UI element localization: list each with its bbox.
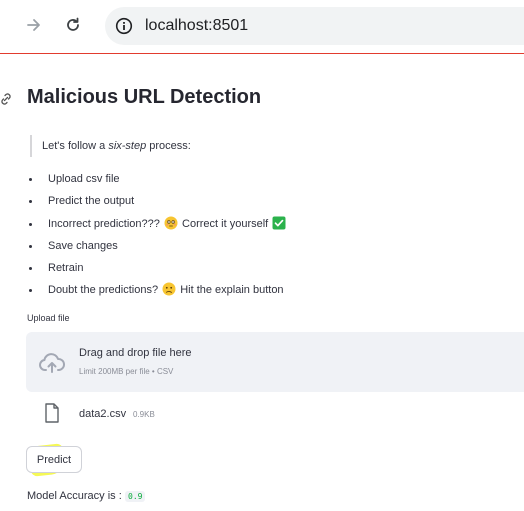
url-text[interactable]: localhost:8501 (145, 17, 248, 35)
accuracy-label: Model Accuracy is : (27, 490, 122, 502)
step-text-after: Hit the explain button (180, 284, 284, 297)
file-icon (44, 403, 60, 423)
intro-emphasis: six-step (108, 140, 147, 152)
step-text: Upload csv file (48, 173, 120, 185)
check-mark-icon (272, 216, 286, 230)
list-item: Doubt the predictions? Hit the explain b… (26, 279, 287, 301)
intro-blockquote: Let's follow a six-step process: (30, 135, 191, 157)
steps-list: Upload csv file Predict the output Incor… (26, 168, 287, 302)
predict-label: Predict (36, 453, 72, 466)
drop-title: Drag and drop file here (79, 347, 192, 359)
address-bar[interactable]: localhost:8501 (105, 7, 524, 45)
forward-arrow-icon[interactable] (23, 14, 45, 36)
step-text: Predict the output (48, 195, 135, 208)
list-item: Save changes (26, 235, 287, 257)
cloud-upload-icon (38, 349, 66, 377)
list-item: Retrain (26, 257, 287, 279)
step-text: Save changes (48, 239, 118, 252)
intro-suffix: process: (146, 140, 191, 152)
drop-limit-text: Limit 200MB per file • CSV (79, 367, 174, 376)
list-item: Incorrect prediction??? Correct it yours… (26, 213, 287, 235)
file-dropzone[interactable]: Drag and drop file here Limit 200MB per … (26, 332, 524, 392)
predict-button[interactable]: Predict (26, 446, 82, 473)
intro-prefix: Let's follow a (42, 140, 109, 152)
browser-toolbar: localhost:8501 (0, 0, 524, 54)
uploaded-file-size: 0.9KB (133, 410, 155, 419)
accuracy-value: 0.9 (125, 491, 146, 502)
link-icon[interactable] (0, 91, 14, 107)
step-text: Retrain (48, 262, 84, 275)
flushed-face-icon (164, 216, 178, 230)
confused-face-icon (162, 282, 176, 296)
page-title: Malicious URL Detection (27, 86, 262, 108)
list-item: Upload csv file (26, 168, 287, 190)
list-item: Predict the output (26, 190, 287, 212)
uploaded-file-name: data2.csv (79, 408, 127, 420)
info-icon[interactable] (115, 17, 133, 35)
reload-icon[interactable] (62, 14, 84, 36)
step-text: Incorrect prediction??? (48, 217, 160, 230)
step-text-after: Correct it yourself (182, 217, 269, 230)
upload-label: Upload file (27, 313, 70, 323)
step-text: Doubt the predictions? (48, 284, 159, 297)
